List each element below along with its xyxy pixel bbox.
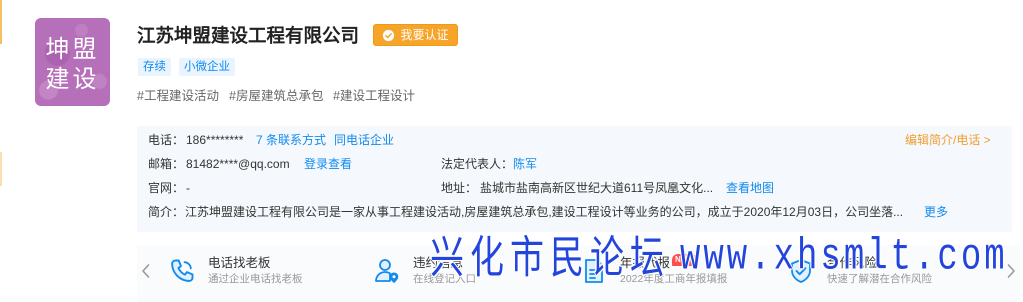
scale-tag: 小微企业	[179, 58, 235, 76]
view-map-link[interactable]: 查看地图	[726, 179, 774, 197]
service-subtitle: 通过企业电话找老板	[208, 273, 303, 285]
logo-text-line2: 建设	[45, 65, 100, 93]
service-item-phone-boss[interactable]: 电话找老板 通过企业电话找老板	[168, 245, 358, 302]
phone-icon	[171, 259, 194, 282]
address-value: 盐城市盐南高新区世纪大道611号凤凰文化...	[480, 181, 714, 195]
service-subtitle: 快速了解潜在合作风险	[827, 273, 932, 285]
person-location-icon	[375, 259, 399, 283]
service-title: 违约信息	[413, 256, 464, 270]
chevron-left-icon[interactable]	[141, 263, 151, 279]
company-name: 江苏坤盟建设工程有限公司	[137, 25, 360, 46]
left-edge-strip-lower	[0, 152, 2, 186]
verify-button[interactable]: 我要认证	[373, 24, 458, 46]
chevron-right-icon[interactable]	[1006, 263, 1016, 279]
website-value: -	[186, 181, 190, 195]
hashtag-item[interactable]: #房屋建筑总承包	[229, 87, 323, 105]
address-label: 地址：	[441, 181, 478, 195]
verify-button-label: 我要认证	[400, 28, 449, 42]
service-item-default-info[interactable]: 违约信息 在线登记入口	[373, 245, 563, 302]
edit-intro-phone-link[interactable]: 编辑简介/电话 >	[905, 131, 991, 149]
services-carousel: 电话找老板 通过企业电话找老板 违约信息 在线登记入口 年报代报 NEW 202…	[137, 245, 1020, 302]
intro-label: 简介：	[148, 205, 185, 219]
same-phone-link[interactable]: 同电话企业	[334, 131, 394, 149]
service-item-cooperation-risk[interactable]: 合作风险 快速了解潜在合作风险	[787, 245, 977, 302]
login-view-link[interactable]: 登录查看	[304, 155, 352, 173]
contacts-link[interactable]: 7 条联系方式	[256, 131, 326, 149]
phone-label: 电话：	[148, 133, 185, 147]
email-value: 81482****@qq.com	[186, 157, 290, 171]
new-badge: NEW	[672, 254, 697, 266]
legal-rep-link[interactable]: 陈军	[513, 155, 537, 173]
service-subtitle: 在线登记入口	[413, 273, 476, 285]
hashtag-item[interactable]: #建设工程设计	[333, 87, 415, 105]
website-label: 官网：	[148, 181, 185, 195]
company-logo: 坤盟 建设	[35, 18, 110, 106]
service-item-annual-report[interactable]: 年报代报 NEW 2022年度工商年报填报	[580, 245, 770, 302]
service-title: 合作风险	[827, 256, 878, 270]
check-circle-icon	[383, 29, 395, 41]
left-edge-strip	[0, 0, 2, 44]
service-subtitle: 2022年度工商年报填报	[620, 273, 728, 285]
status-tag: 存续	[138, 58, 171, 76]
shield-check-icon	[791, 259, 811, 283]
legal-rep-label: 法定代表人：	[441, 157, 514, 171]
hashtag-item[interactable]: #工程建设活动	[137, 87, 219, 105]
document-icon	[585, 259, 603, 283]
service-title: 电话找老板	[208, 256, 271, 270]
company-info-panel: 电话： 186******** 7 条联系方式 同电话企业 编辑简介/电话 > …	[137, 126, 1012, 232]
intro-more-link[interactable]: 更多	[924, 203, 948, 221]
service-title: 年报代报	[620, 256, 671, 270]
intro-value: 江苏坤盟建设工程有限公司是一家从事工程建设活动,房屋建筑总承包,建设工程设计等业…	[185, 205, 904, 219]
phone-value: 186********	[186, 133, 244, 147]
email-label: 邮箱：	[148, 157, 185, 171]
logo-text-line1: 坤盟	[45, 35, 100, 63]
